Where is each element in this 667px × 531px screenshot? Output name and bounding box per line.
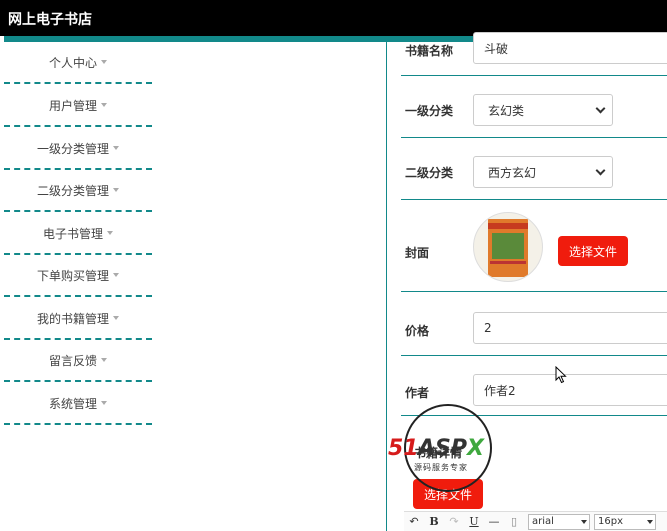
sidebar-item-my-books[interactable]: 我的书籍管理 bbox=[4, 298, 152, 340]
cover-label: 封面 bbox=[405, 246, 430, 260]
book-name-label: 书籍名称 bbox=[405, 44, 454, 58]
sidebar-item-system-management[interactable]: 系统管理 bbox=[4, 383, 152, 425]
font-size-value: 16px bbox=[598, 516, 623, 527]
horizontal-rule-icon[interactable]: — bbox=[484, 515, 504, 528]
dropdown-arrow-icon bbox=[647, 519, 653, 524]
font-family-select[interactable]: arial bbox=[528, 513, 590, 530]
form-row-book-name: 书籍名称 斗破 bbox=[401, 32, 667, 76]
sidebar-item-label: 用户管理 bbox=[48, 98, 97, 113]
sidebar-item-order-management[interactable]: 下单购买管理 bbox=[4, 255, 152, 297]
font-size-select[interactable]: 16px bbox=[594, 513, 656, 530]
cover-image bbox=[473, 212, 543, 282]
dropdown-arrow-icon bbox=[581, 519, 587, 524]
price-input[interactable]: 2 bbox=[473, 312, 667, 344]
font-family-value: arial bbox=[532, 516, 554, 527]
document-icon[interactable]: ▯ bbox=[504, 515, 524, 528]
watermark-subtitle: 源码服务专家 bbox=[414, 463, 468, 472]
caret-down-icon bbox=[101, 60, 107, 64]
cover-choose-file-label: 选择文件 bbox=[568, 244, 617, 259]
form-row-category1: 一级分类 玄幻类 bbox=[401, 76, 667, 138]
sidebar-item-feedback[interactable]: 留言反馈 bbox=[4, 340, 152, 382]
book-name-input[interactable]: 斗破 bbox=[473, 32, 667, 64]
book-cover-thumbnail bbox=[488, 219, 528, 277]
book-name-value: 斗破 bbox=[484, 41, 509, 56]
undo-icon[interactable]: ↶ bbox=[404, 515, 424, 528]
sidebar-item-personal-center[interactable]: 个人中心 bbox=[4, 42, 152, 84]
price-label: 价格 bbox=[405, 324, 430, 338]
sidebar-item-label: 我的书籍管理 bbox=[36, 311, 109, 326]
watermark-brand-red: 51 bbox=[388, 436, 419, 461]
caret-down-icon bbox=[113, 188, 119, 192]
bold-icon[interactable]: B bbox=[424, 515, 444, 528]
form-row-cover: 封面 选择文件 bbox=[401, 200, 667, 292]
category2-label: 二级分类 bbox=[405, 166, 454, 180]
sidebar-item-label: 二级分类管理 bbox=[36, 183, 109, 198]
sidebar-item-label: 一级分类管理 bbox=[36, 141, 109, 156]
caret-down-icon bbox=[107, 231, 113, 235]
sidebar-item-label: 电子书管理 bbox=[42, 226, 103, 241]
form-row-price: 价格 2 bbox=[401, 292, 667, 356]
category2-select[interactable]: 西方玄幻 bbox=[473, 156, 613, 188]
chevron-down-icon bbox=[595, 103, 606, 114]
category1-select[interactable]: 玄幻类 bbox=[473, 94, 613, 126]
cover-choose-file-button[interactable]: 选择文件 bbox=[558, 236, 628, 266]
sidebar-item-ebook-management[interactable]: 电子书管理 bbox=[4, 213, 152, 255]
sidebar-nav: 个人中心 用户管理 一级分类管理 二级分类管理 电子书管理 下单购买管理 我的书… bbox=[0, 42, 154, 531]
chevron-down-icon bbox=[595, 165, 606, 176]
sidebar-item-label: 留言反馈 bbox=[48, 353, 97, 368]
price-value: 2 bbox=[484, 321, 492, 335]
rich-editor-toolbar: ↶ B ↷ U — ▯ arial 16px bbox=[404, 511, 667, 531]
caret-down-icon bbox=[113, 273, 119, 277]
sidebar-item-category2-management[interactable]: 二级分类管理 bbox=[4, 170, 152, 212]
caret-down-icon bbox=[101, 358, 107, 362]
category1-selected: 玄幻类 bbox=[488, 103, 525, 118]
sidebar-item-label: 个人中心 bbox=[48, 55, 97, 70]
form-row-category2: 二级分类 西方玄幻 bbox=[401, 138, 667, 200]
sidebar-item-user-management[interactable]: 用户管理 bbox=[4, 85, 152, 127]
content-blank-area bbox=[154, 42, 386, 531]
watermark-brand: ASPX bbox=[418, 436, 484, 461]
caret-down-icon bbox=[113, 146, 119, 150]
underline-icon[interactable]: U bbox=[464, 515, 484, 528]
app-title: 网上电子书店 bbox=[8, 12, 92, 28]
sidebar-item-category1-management[interactable]: 一级分类管理 bbox=[4, 128, 152, 170]
top-header-bar: 网上电子书店 bbox=[0, 0, 667, 36]
watermark-logo: 书籍详情 51 ASPX 源码服务专家 bbox=[386, 402, 516, 502]
mouse-cursor-icon bbox=[555, 366, 567, 384]
category2-selected: 西方玄幻 bbox=[488, 165, 537, 180]
category1-label: 一级分类 bbox=[405, 104, 454, 118]
redo-icon[interactable]: ↷ bbox=[444, 515, 464, 528]
caret-down-icon bbox=[101, 103, 107, 107]
author-label: 作者 bbox=[405, 386, 430, 400]
sidebar-item-label: 下单购买管理 bbox=[36, 268, 109, 283]
caret-down-icon bbox=[113, 316, 119, 320]
sidebar-item-label: 系统管理 bbox=[48, 396, 97, 411]
caret-down-icon bbox=[101, 401, 107, 405]
author-value: 作者2 bbox=[484, 383, 516, 398]
